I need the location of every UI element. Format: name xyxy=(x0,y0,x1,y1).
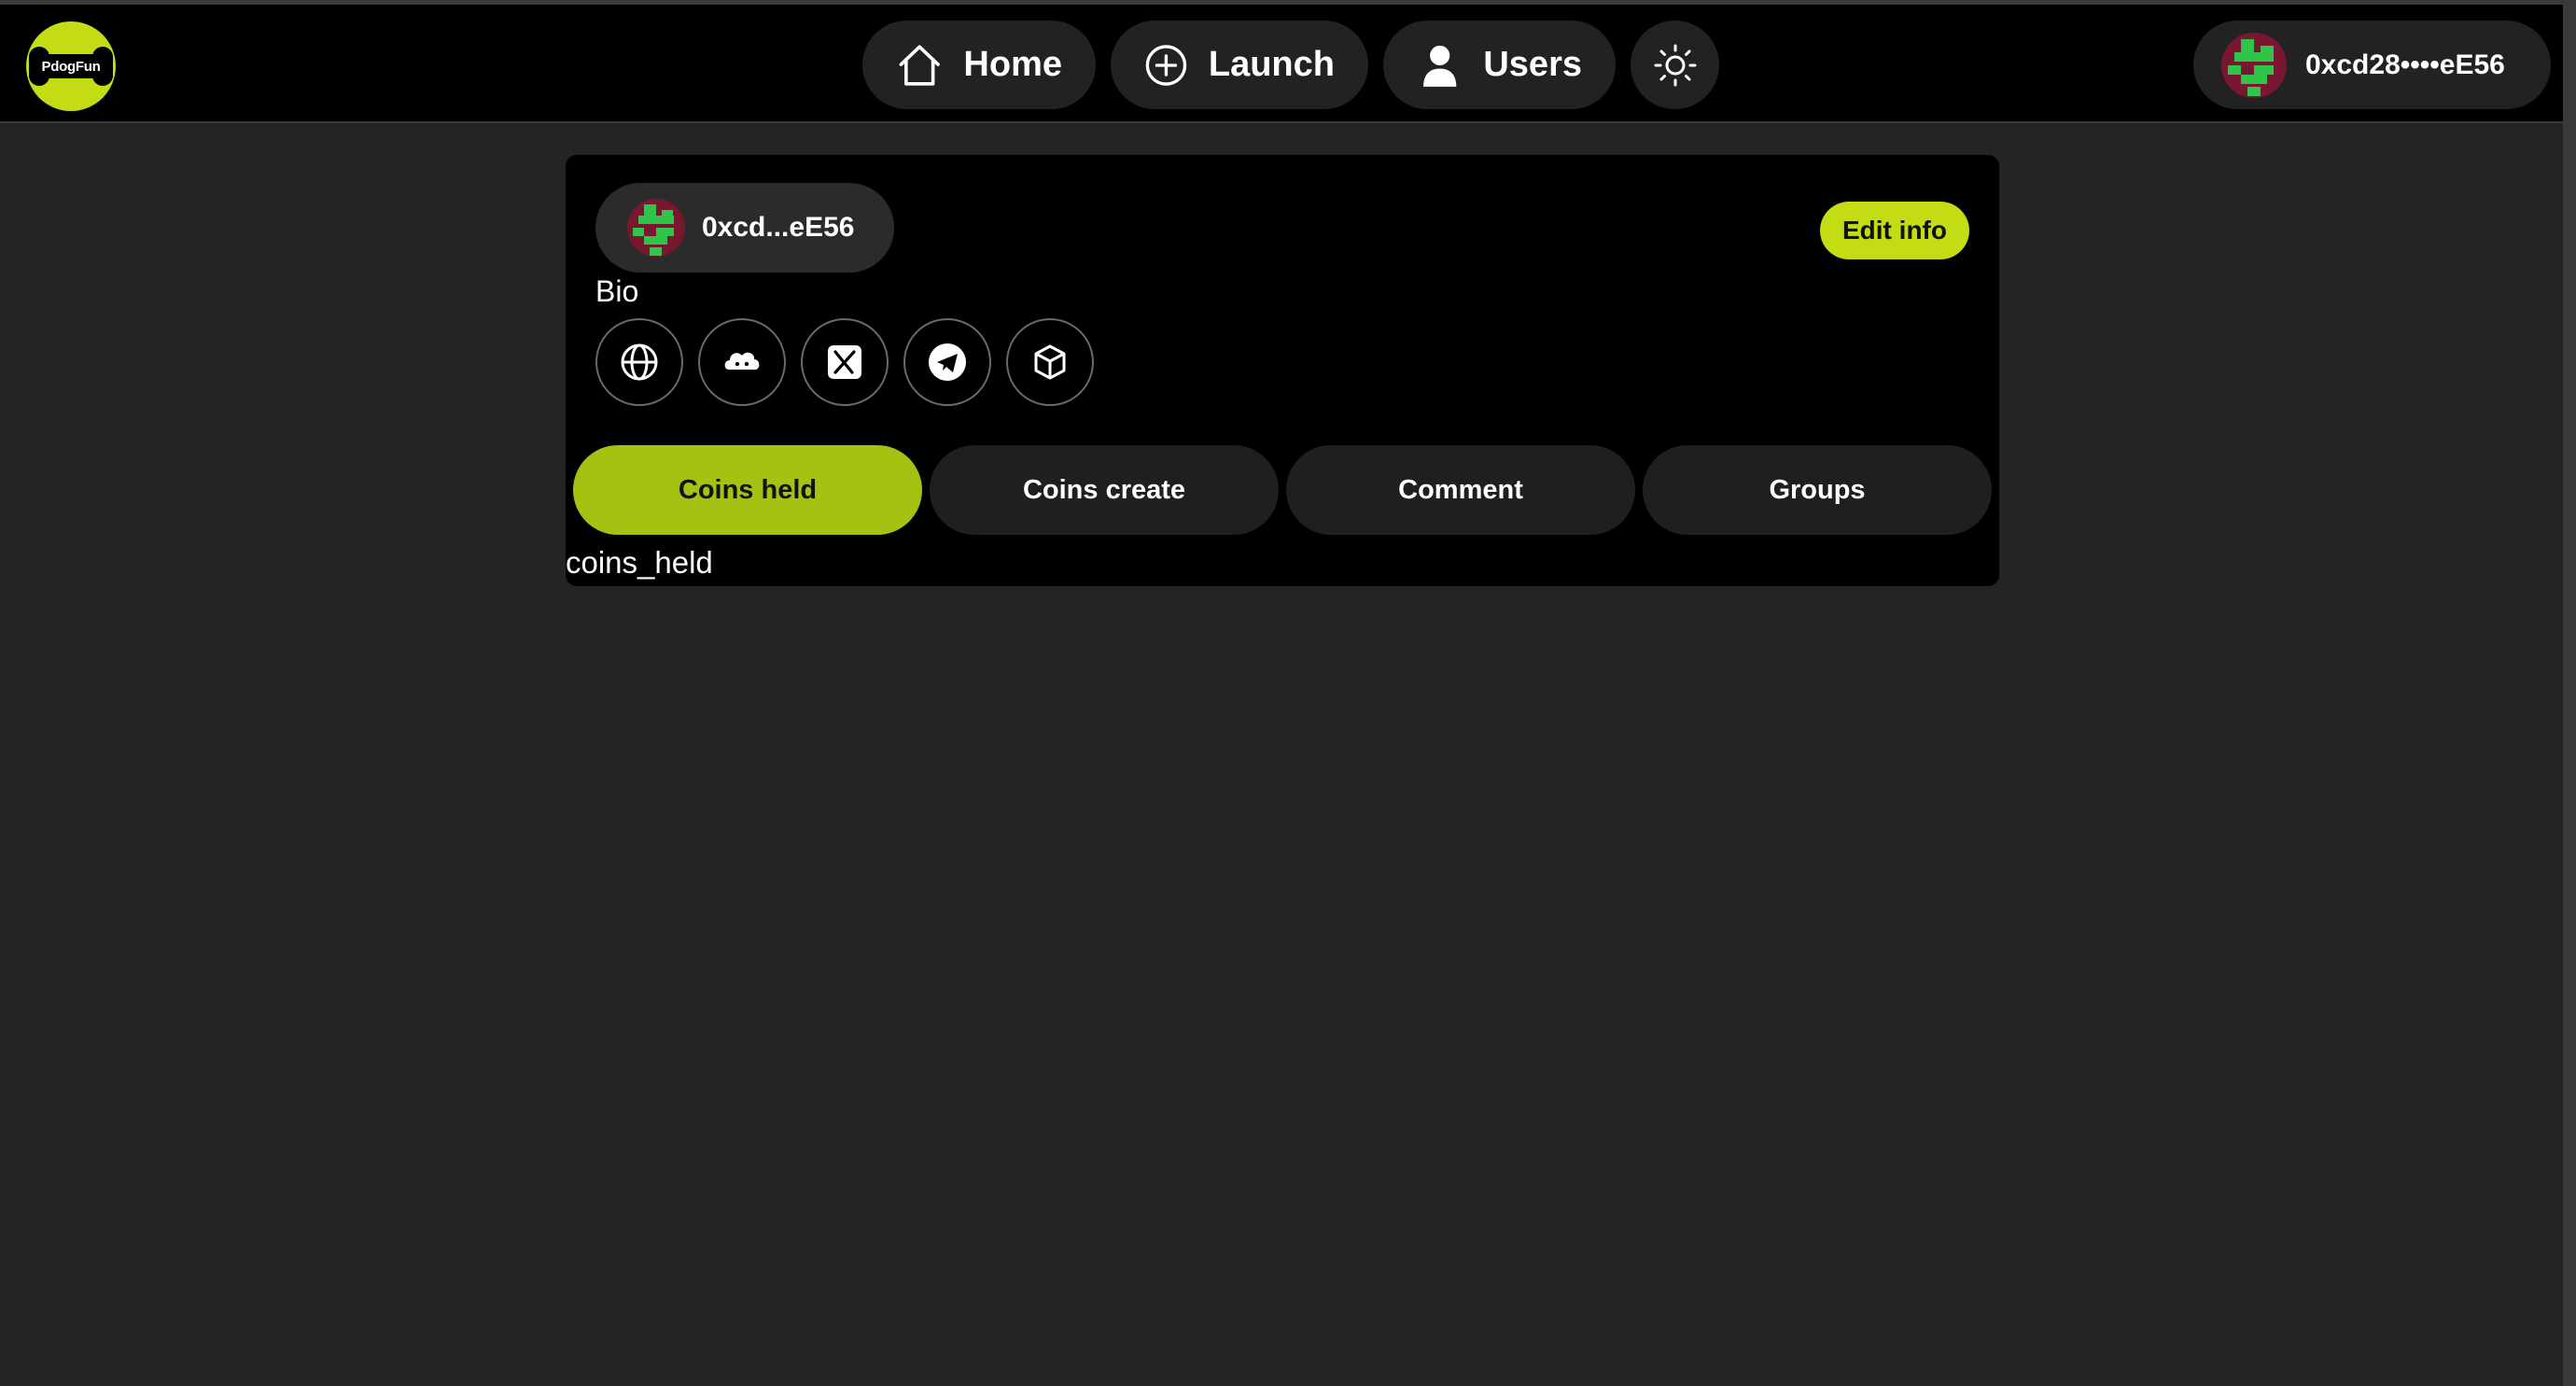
profile-card: 0xcd...eE56 Edit info Bio Coins held Coi… xyxy=(566,155,1999,586)
telegram-link-button[interactable] xyxy=(903,318,991,406)
tab-coins-held[interactable]: Coins held xyxy=(573,445,922,535)
profile-address: 0xcd...eE56 xyxy=(702,212,855,243)
profile-bio: Bio xyxy=(595,274,639,308)
profile-address-pill[interactable]: 0xcd...eE56 xyxy=(595,183,894,273)
user-icon xyxy=(1423,45,1457,87)
sun-icon xyxy=(1654,44,1696,86)
cloud-icon xyxy=(724,352,760,370)
social-links xyxy=(595,318,1094,406)
nav-users-label: Users xyxy=(1483,45,1582,84)
logo-text: PdogFun xyxy=(41,58,101,75)
edit-info-button[interactable]: Edit info xyxy=(1820,202,1969,259)
nav-launch-label: Launch xyxy=(1208,45,1335,84)
nav-home-button[interactable]: Home xyxy=(862,21,1096,109)
window-scrollbar[interactable] xyxy=(2563,0,2576,1386)
wallet-avatar xyxy=(2221,32,2287,98)
cube-link-button[interactable] xyxy=(1006,318,1094,406)
profile-avatar xyxy=(627,199,685,257)
community-link-button[interactable] xyxy=(698,318,786,406)
home-icon xyxy=(899,44,940,86)
wallet-address: 0xcd28••••eE56 xyxy=(2305,49,2505,80)
nav-home-label: Home xyxy=(963,45,1062,84)
x-twitter-link-button[interactable] xyxy=(801,318,889,406)
x-twitter-icon xyxy=(828,345,861,379)
nav-launch-button[interactable]: Launch xyxy=(1111,21,1368,109)
cube-icon xyxy=(1034,344,1066,380)
nav-users-button[interactable]: Users xyxy=(1383,21,1616,109)
pdogfun-logo[interactable]: PdogFun xyxy=(26,21,116,111)
telegram-icon xyxy=(929,343,966,381)
globe-icon xyxy=(621,343,658,381)
tab-coins-create[interactable]: Coins create xyxy=(930,445,1279,535)
theme-toggle-button[interactable] xyxy=(1631,21,1719,109)
bone-logo-icon: PdogFun xyxy=(29,47,113,86)
website-link-button[interactable] xyxy=(595,318,683,406)
top-navigation-bar: PdogFun Home Launch Users 0xcd28••••eE56 xyxy=(0,0,2563,123)
plus-circle-icon xyxy=(1145,44,1187,86)
tab-content-text: coins_held xyxy=(566,545,713,580)
tab-groups[interactable]: Groups xyxy=(1643,445,1992,535)
tab-comment[interactable]: Comment xyxy=(1286,445,1635,535)
profile-tabs: Coins held Coins create Comment Groups xyxy=(573,445,1992,535)
wallet-account-button[interactable]: 0xcd28••••eE56 xyxy=(2193,21,2551,109)
